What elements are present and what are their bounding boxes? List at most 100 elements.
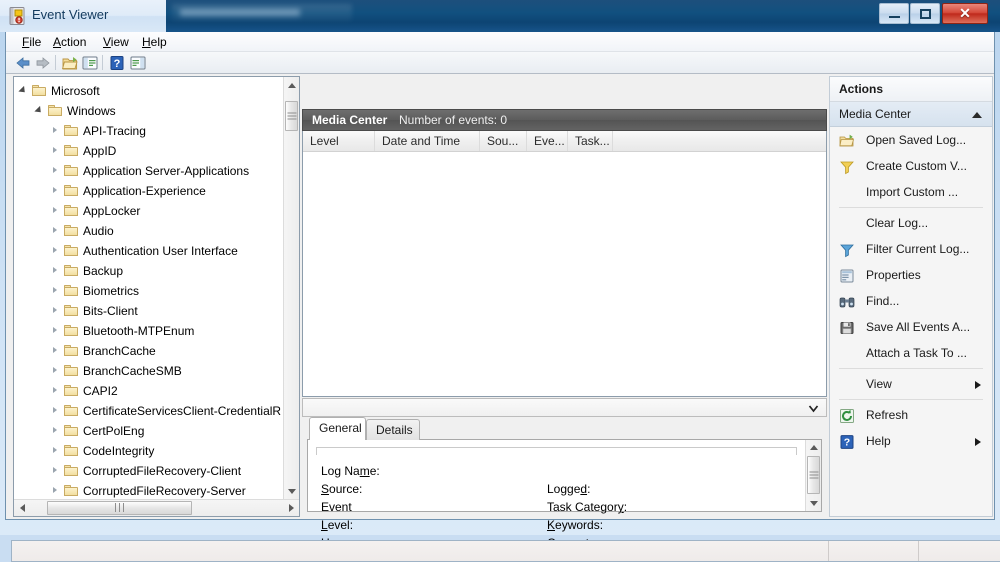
action-attach-a-task-to[interactable]: Attach a Task To ... [830, 341, 992, 367]
detail-scroll-down-button[interactable] [806, 496, 821, 511]
show-pane-icon[interactable] [81, 54, 99, 72]
forward-icon[interactable] [34, 54, 52, 72]
action-save-all-events-a[interactable]: Save All Events A... [830, 315, 992, 341]
tree-item-api-tracing[interactable]: API-Tracing [14, 121, 284, 141]
column-header-blank[interactable] [613, 131, 826, 151]
tree-item-application-experience[interactable]: Application-Experience [14, 181, 284, 201]
tree-item-bits-client[interactable]: Bits-Client [14, 301, 284, 321]
minimize-button[interactable] [879, 3, 909, 24]
column-header-sou[interactable]: Sou... [480, 131, 527, 151]
tree-item-bluetooth-mtpenum[interactable]: Bluetooth-MTPEnum [14, 321, 284, 341]
tree-item-appid[interactable]: AppID [14, 141, 284, 161]
tree-expand-arrow-closed-icon[interactable] [50, 425, 61, 436]
action-help[interactable]: ? Help [830, 429, 992, 455]
tree-expand-arrow-closed-icon[interactable] [50, 485, 61, 496]
tree-item-applocker[interactable]: AppLocker [14, 201, 284, 221]
maximize-button[interactable] [910, 3, 940, 24]
tree-item-label: Bits-Client [83, 304, 138, 318]
tree-expand-arrow-open-icon[interactable] [18, 85, 29, 96]
tree-expand-arrow-closed-icon[interactable] [50, 325, 61, 336]
menu-view[interactable]: View [97, 34, 135, 50]
tree-expand-arrow-closed-icon[interactable] [50, 465, 61, 476]
tree-item-branchcachesmb[interactable]: BranchCacheSMB [14, 361, 284, 381]
action-create-custom-v[interactable]: Create Custom V... [830, 154, 992, 180]
column-header-date-and-time[interactable]: Date and Time [375, 131, 480, 151]
action-import-custom[interactable]: Import Custom ... [830, 180, 992, 206]
menu-action[interactable]: Action [47, 34, 92, 50]
column-header-task[interactable]: Task... [568, 131, 613, 151]
tree-item-certificateservicesclient-credentialr[interactable]: CertificateServicesClient-CredentialR [14, 401, 284, 421]
tree-scroll-up-button[interactable] [284, 77, 299, 93]
action-open-saved-log[interactable]: Open Saved Log... [830, 128, 992, 154]
actions-section-header[interactable]: Media Center [830, 102, 992, 127]
tree-expand-arrow-closed-icon[interactable] [50, 385, 61, 396]
help-icon[interactable]: ? [108, 54, 126, 72]
action-properties[interactable]: Properties [830, 263, 992, 289]
show-folder-icon[interactable] [61, 54, 79, 72]
close-icon: ✕ [959, 5, 971, 21]
tree-expand-arrow-closed-icon[interactable] [50, 185, 61, 196]
tree-expand-arrow-closed-icon[interactable] [50, 165, 61, 176]
tree-expand-arrow-closed-icon[interactable] [50, 345, 61, 356]
field-keywords: Keywords: [547, 518, 604, 532]
tree-scroll-thumb[interactable] [285, 101, 298, 131]
action-filter-current-log[interactable]: Filter Current Log... [830, 237, 992, 263]
tree-expand-arrow-closed-icon[interactable] [50, 125, 61, 136]
tree-item-windows[interactable]: Windows [14, 101, 284, 121]
tree-horizontal-scrollbar[interactable] [14, 499, 299, 516]
tree-item-microsoft[interactable]: Microsoft [14, 81, 284, 101]
tree-expand-arrow-closed-icon[interactable] [50, 205, 61, 216]
tree-item-biometrics[interactable]: Biometrics [14, 281, 284, 301]
toolbar-separator-2 [102, 55, 103, 70]
detail-scroll-up-button[interactable] [806, 440, 821, 455]
chevron-down-icon[interactable] [807, 402, 820, 415]
tree-scroll-right-button[interactable] [283, 500, 299, 516]
show-action-pane-icon[interactable] [129, 54, 147, 72]
column-header-level[interactable]: Level [303, 131, 375, 151]
back-icon[interactable] [14, 54, 32, 72]
tab-general[interactable]: General [309, 417, 366, 440]
menu-file[interactable]: FFileile [16, 34, 47, 50]
folder-icon [64, 205, 78, 216]
tree-item-label: Bluetooth-MTPEnum [83, 324, 195, 338]
action-clear-log[interactable]: Clear Log... [830, 211, 992, 237]
tree-expand-arrow-closed-icon[interactable] [50, 305, 61, 316]
tree-hscroll-thumb[interactable] [47, 501, 192, 515]
action-find[interactable]: Find... [830, 289, 992, 315]
tree-item-corruptedfilerecovery-server[interactable]: CorruptedFileRecovery-Server [14, 481, 284, 499]
tree-item-audio[interactable]: Audio [14, 221, 284, 241]
event-list-view[interactable]: Level Date and Time Sou... Eve... Task... [302, 131, 827, 397]
tree-item-backup[interactable]: Backup [14, 261, 284, 281]
tree-item-capi2[interactable]: CAPI2 [14, 381, 284, 401]
action-refresh[interactable]: Refresh [830, 403, 992, 429]
tree-expand-arrow-open-icon[interactable] [34, 105, 45, 116]
tab-details[interactable]: Details [366, 419, 420, 440]
detail-scroll-thumb[interactable] [807, 456, 820, 494]
tree-item-application-server-applications[interactable]: Application Server-Applications [14, 161, 284, 181]
tree-expand-arrow-closed-icon[interactable] [50, 405, 61, 416]
tree-item-corruptedfilerecovery-client[interactable]: CorruptedFileRecovery-Client [14, 461, 284, 481]
column-header-eve[interactable]: Eve... [527, 131, 568, 151]
tree-expand-arrow-closed-icon[interactable] [50, 245, 61, 256]
tree-scroll-down-button[interactable] [284, 483, 299, 499]
tree-item-authentication-user-interface[interactable]: Authentication User Interface [14, 241, 284, 261]
tree-scroll-left-button[interactable] [14, 500, 30, 516]
navigation-tree-pane[interactable]: Microsoft Windows API-Tracing AppID Applicat… [13, 76, 300, 517]
tree-item-certpoleng[interactable]: CertPolEng [14, 421, 284, 441]
tree-expand-arrow-closed-icon[interactable] [50, 145, 61, 156]
action-view[interactable]: View [830, 372, 992, 398]
close-button[interactable]: ✕ [942, 3, 988, 24]
menu-help[interactable]: Help [136, 34, 173, 50]
tree-expand-arrow-closed-icon[interactable] [50, 445, 61, 456]
tree-expand-arrow-closed-icon[interactable] [50, 365, 61, 376]
detail-vertical-scrollbar[interactable] [805, 440, 821, 511]
tree-vertical-scrollbar[interactable] [283, 77, 299, 499]
tree-item-codeintegrity[interactable]: CodeIntegrity [14, 441, 284, 461]
preview-pane-splitter[interactable] [302, 398, 827, 417]
caret-up-icon[interactable] [972, 112, 982, 118]
tree-expand-arrow-closed-icon[interactable] [50, 225, 61, 236]
tree-expand-arrow-closed-icon[interactable] [50, 285, 61, 296]
help-blue-icon: ? [839, 434, 855, 450]
tree-item-branchcache[interactable]: BranchCache [14, 341, 284, 361]
tree-expand-arrow-closed-icon[interactable] [50, 265, 61, 276]
